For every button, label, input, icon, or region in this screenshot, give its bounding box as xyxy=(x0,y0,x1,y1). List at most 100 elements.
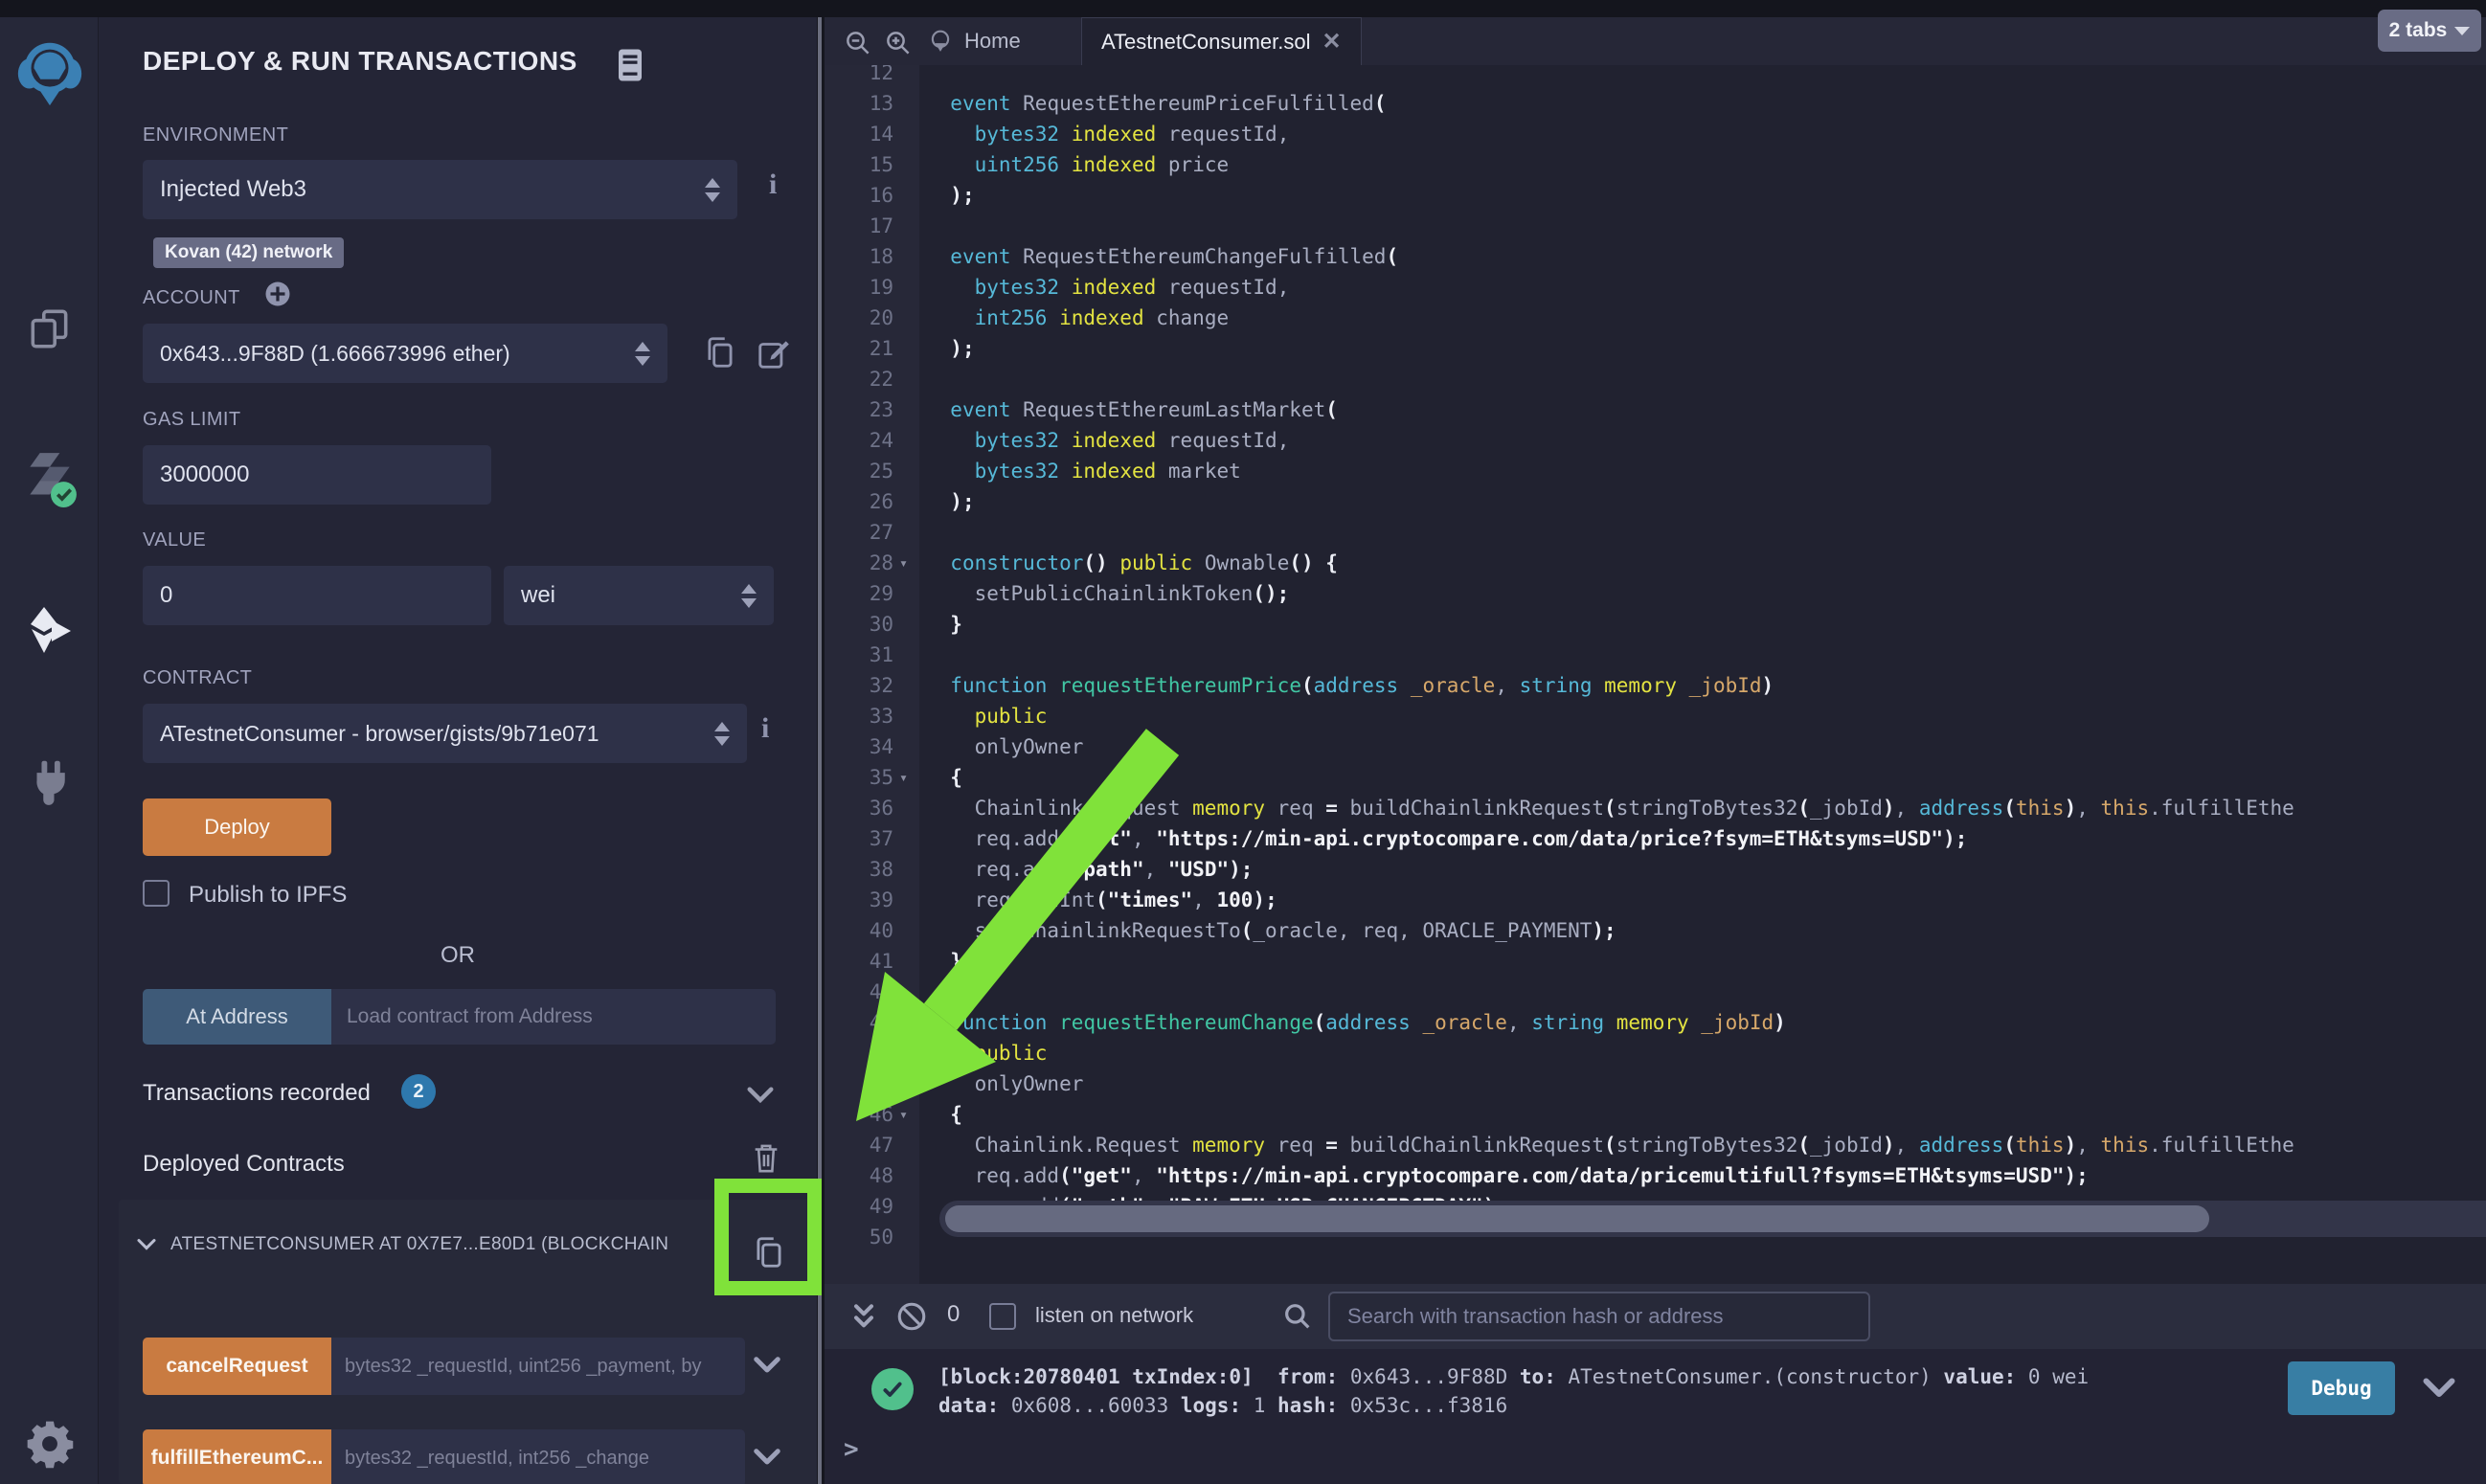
value-unit-select[interactable]: wei xyxy=(504,566,774,625)
line-number: 49 xyxy=(825,1191,899,1222)
cancel-request-button[interactable]: cancelRequest xyxy=(143,1338,331,1395)
at-address-button[interactable]: At Address xyxy=(143,989,331,1045)
fold-chevron-icon[interactable]: ▾ xyxy=(899,1099,926,1130)
code-area[interactable]: 1213 event RequestEthereumPriceFulfilled… xyxy=(825,57,2486,1252)
code-line-23[interactable]: 23 event RequestEthereumLastMarket( xyxy=(825,394,2486,425)
code-text: function requestEthereumPrice(address _o… xyxy=(926,670,1774,701)
code-text: ); xyxy=(926,180,975,211)
line-number: 47 xyxy=(825,1130,899,1160)
at-address-input[interactable]: Load contract from Address xyxy=(331,989,776,1045)
code-line-21[interactable]: 21 ); xyxy=(825,333,2486,364)
code-text: bytes32 indexed requestId, xyxy=(926,272,1289,303)
code-line-33[interactable]: 33 public xyxy=(825,701,2486,731)
tx-success-icon xyxy=(871,1368,914,1410)
value-label: VALUE xyxy=(143,529,206,551)
edit-account-icon[interactable] xyxy=(756,335,792,371)
code-line-41[interactable]: 41 } xyxy=(825,946,2486,977)
environment-select[interactable]: Injected Web3 xyxy=(143,160,737,219)
collapse-terminal-icon[interactable] xyxy=(850,1301,877,1332)
contract-info-icon[interactable]: i xyxy=(761,712,769,745)
settings-gear-icon[interactable] xyxy=(0,1413,99,1474)
gas-limit-input[interactable]: 3000000 xyxy=(143,445,491,505)
expand-log-chevron-icon[interactable] xyxy=(2422,1374,2456,1403)
code-line-24[interactable]: 24 bytes32 indexed requestId, xyxy=(825,425,2486,456)
account-label: ACCOUNT xyxy=(143,287,240,309)
environment-label: ENVIRONMENT xyxy=(143,124,288,146)
code-line-29[interactable]: 29 setPublicChainlinkToken(); xyxy=(825,578,2486,609)
function-expand-chevron-icon[interactable] xyxy=(753,1445,781,1470)
fulfill-ethereum-change-button[interactable]: fulfillEthereumC... xyxy=(143,1429,331,1484)
clear-contracts-trash-icon[interactable] xyxy=(750,1139,782,1176)
clear-console-icon[interactable] xyxy=(895,1300,928,1333)
function-expand-chevron-icon[interactable] xyxy=(753,1353,781,1378)
horizontal-scrollbar-track[interactable] xyxy=(939,1201,2486,1237)
code-line-35[interactable]: 35▾ { xyxy=(825,762,2486,793)
code-line-15[interactable]: 15 uint256 indexed price xyxy=(825,149,2486,180)
code-line-17[interactable]: 17 xyxy=(825,211,2486,241)
code-line-31[interactable]: 31 xyxy=(825,640,2486,670)
contract-select[interactable]: ATestnetConsumer - browser/gists/9b71e07… xyxy=(143,704,747,763)
code-line-14[interactable]: 14 bytes32 indexed requestId, xyxy=(825,119,2486,149)
code-line-28[interactable]: 28▾ constructor() public Ownable() { xyxy=(825,548,2486,578)
code-line-18[interactable]: 18 event RequestEthereumChangeFulfilled( xyxy=(825,241,2486,272)
close-tab-icon[interactable]: ✕ xyxy=(1322,28,1341,56)
code-line-19[interactable]: 19 bytes32 indexed requestId, xyxy=(825,272,2486,303)
code-line-32[interactable]: 32 function requestEthereumPrice(address… xyxy=(825,670,2486,701)
contract-expand-chevron-icon[interactable] xyxy=(136,1237,157,1252)
plugin-manager-icon[interactable] xyxy=(0,750,99,811)
code-line-20[interactable]: 20 int256 indexed change xyxy=(825,303,2486,333)
code-line-43[interactable]: 43 function requestEthereumChange(addres… xyxy=(825,1007,2486,1038)
transactions-chevron-icon[interactable] xyxy=(746,1084,775,1107)
horizontal-scrollbar-thumb[interactable] xyxy=(945,1205,2209,1232)
code-line-47[interactable]: 47 Chainlink.Request memory req = buildC… xyxy=(825,1130,2486,1160)
line-number: 18 xyxy=(825,241,899,272)
zoom-in-icon[interactable] xyxy=(884,29,913,57)
debug-button[interactable]: Debug xyxy=(2288,1361,2395,1415)
tabs-count-button[interactable]: 2 tabs xyxy=(2378,10,2481,52)
code-line-26[interactable]: 26 ); xyxy=(825,486,2486,517)
code-line-22[interactable]: 22 xyxy=(825,364,2486,394)
tx-log-line-1[interactable]: [block:20780401 txIndex:0] from: 0x643..… xyxy=(938,1362,2089,1391)
fulfill-ethereum-change-params-input[interactable]: bytes32 _requestId, int256 _change xyxy=(331,1429,745,1484)
copy-account-icon[interactable] xyxy=(702,333,738,371)
remix-logo-icon[interactable] xyxy=(0,34,99,110)
code-line-13[interactable]: 13 event RequestEthereumPriceFulfilled( xyxy=(825,88,2486,119)
zoom-out-icon[interactable] xyxy=(844,29,872,57)
code-line-34[interactable]: 34 onlyOwner xyxy=(825,731,2486,762)
code-line-36[interactable]: 36 Chainlink.Request memory req = buildC… xyxy=(825,793,2486,823)
function-row: fulfillEthereumC... bytes32 _requestId, … xyxy=(143,1429,745,1484)
code-line-45[interactable]: 45 onlyOwner xyxy=(825,1068,2486,1099)
code-line-42[interactable]: 42 xyxy=(825,977,2486,1007)
tab-atestnetconsumer[interactable]: ATestnetConsumer.sol ✕ xyxy=(1081,17,1362,65)
cancel-request-params-input[interactable]: bytes32 _requestId, uint256 _payment, by xyxy=(331,1338,745,1395)
fold-chevron-icon[interactable]: ▾ xyxy=(899,548,926,578)
code-line-46[interactable]: 46▾ { xyxy=(825,1099,2486,1130)
code-line-48[interactable]: 48 req.add("get", "https://min-api.crypt… xyxy=(825,1160,2486,1191)
tab-home[interactable]: Home xyxy=(928,17,1021,65)
code-line-38[interactable]: 38 req.add("path", "USD"); xyxy=(825,854,2486,885)
code-line-44[interactable]: 44 public xyxy=(825,1038,2486,1068)
deploy-button[interactable]: Deploy xyxy=(143,798,331,856)
terminal-prompt[interactable]: > xyxy=(844,1435,859,1464)
add-account-icon[interactable] xyxy=(263,280,292,308)
code-line-27[interactable]: 27 xyxy=(825,517,2486,548)
deploy-run-icon[interactable] xyxy=(0,599,99,661)
code-text: req.addInt("times", 100); xyxy=(926,885,1277,915)
code-line-37[interactable]: 37 req.add("get", "https://min-api.crypt… xyxy=(825,823,2486,854)
environment-info-icon[interactable]: i xyxy=(769,169,777,201)
code-line-30[interactable]: 30 } xyxy=(825,609,2486,640)
code-line-16[interactable]: 16 ); xyxy=(825,180,2486,211)
code-line-25[interactable]: 25 bytes32 indexed market xyxy=(825,456,2486,486)
tx-log-line-2[interactable]: data: 0x608...60033 logs: 1 hash: 0x53c.… xyxy=(938,1391,1507,1420)
transaction-search-input[interactable] xyxy=(1328,1292,1870,1341)
account-select[interactable]: 0x643...9F88D (1.666673996 ether) xyxy=(143,324,667,383)
deployed-contract-header[interactable]: ATESTNETCONSUMER AT 0X7E7...E80D1 (BLOCK… xyxy=(136,1234,745,1255)
value-input[interactable]: 0 xyxy=(143,566,491,625)
listen-network-checkbox[interactable] xyxy=(989,1303,1016,1330)
publish-ipfs-checkbox[interactable] xyxy=(143,880,170,907)
file-explorer-icon[interactable] xyxy=(0,300,99,357)
fold-chevron-icon[interactable]: ▾ xyxy=(899,762,926,793)
code-line-39[interactable]: 39 req.addInt("times", 100); xyxy=(825,885,2486,915)
code-line-40[interactable]: 40 sendChainlinkRequestTo(_oracle, req, … xyxy=(825,915,2486,946)
solidity-compiler-icon[interactable] xyxy=(0,448,99,509)
